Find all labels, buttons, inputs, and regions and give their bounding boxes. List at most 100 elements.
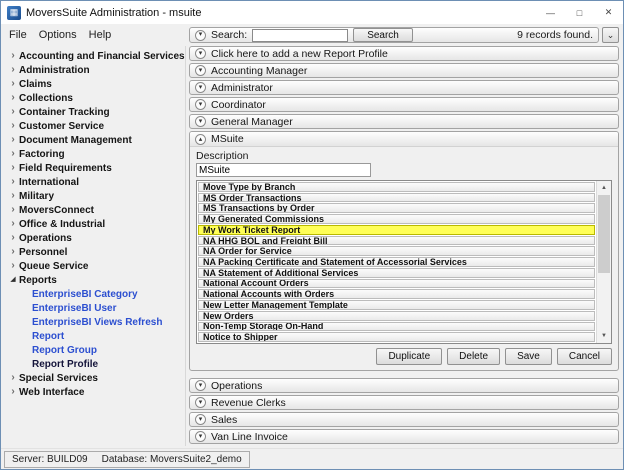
minimize-button[interactable]: — <box>536 1 565 24</box>
duplicate-button[interactable]: Duplicate <box>376 348 442 365</box>
maximize-button[interactable]: □ <box>565 1 594 24</box>
top-strip: FileOptionsHelp Search: Search 9 records… <box>1 24 623 44</box>
status-box: Server: BUILD09 Database: MoversSuite2_d… <box>4 451 250 468</box>
report-list-item[interactable]: NA Statement of Additional Services <box>198 268 595 278</box>
tree-item-label: Military <box>19 191 54 202</box>
profile-bar[interactable]: Revenue Clerks <box>189 395 619 410</box>
menu-item-help[interactable]: Help <box>85 28 120 42</box>
profile-bar[interactable]: Operations <box>189 378 619 393</box>
report-list-item[interactable]: New Orders <box>198 311 595 321</box>
tree-item-label: Personnel <box>19 247 67 258</box>
tree-item[interactable]: ›Personnel <box>7 245 185 259</box>
chevron-down-circle-icon[interactable] <box>195 30 206 41</box>
tree-subitem[interactable]: Report <box>7 329 185 343</box>
tree-item[interactable]: ›Document Management <box>7 133 185 147</box>
report-list-item[interactable]: NA Packing Certificate and Statement of … <box>198 257 595 267</box>
tree-item[interactable]: ›Field Requirements <box>7 161 185 175</box>
tree-item[interactable]: ◢Reports <box>7 273 185 287</box>
tree-subitem[interactable]: EnterpriseBI User <box>7 301 185 315</box>
close-button[interactable]: ✕ <box>594 1 623 24</box>
tree-subitem-label: Report Profile <box>32 359 98 370</box>
tree-item[interactable]: ›Special Services <box>7 371 185 385</box>
tree-item[interactable]: ›Collections <box>7 91 185 105</box>
search-button[interactable]: Search <box>353 28 413 42</box>
msuite-profile-panel: MSuite Description Move Type by BranchMS… <box>189 131 619 371</box>
msuite-panel-body: Description Move Type by BranchMS Order … <box>190 147 618 370</box>
report-list-item[interactable]: Non-Temp Storage On-Hand <box>198 322 595 332</box>
tree-item-label: Special Services <box>19 373 98 384</box>
report-list-item[interactable]: Notice to Shipper <box>198 332 595 342</box>
profile-bars-bottom: Operations Revenue Clerks Sales Van Line In… <box>189 378 619 444</box>
tree-item[interactable]: ›Claims <box>7 77 185 91</box>
profile-bar[interactable]: Sales <box>189 412 619 427</box>
tree-item[interactable]: ›Customer Service <box>7 119 185 133</box>
list-scrollbar[interactable]: ▲ ▼ <box>596 181 611 343</box>
scroll-down-icon[interactable]: ▼ <box>597 329 611 343</box>
profile-bar[interactable]: Administrator <box>189 80 619 95</box>
scrollbar-thumb[interactable] <box>598 195 610 273</box>
profile-bar-label: Operations <box>211 380 262 392</box>
msuite-panel-header[interactable]: MSuite <box>190 132 618 147</box>
report-list-item[interactable]: Move Type by Branch <box>198 182 595 192</box>
profiles-pane: Click here to add a new Report Profile Ac… <box>189 46 619 446</box>
tree-item[interactable]: ›Container Tracking <box>7 105 185 119</box>
app-window: ▦ MoversSuite Administration - msuite — … <box>0 0 624 470</box>
tree-item[interactable]: ›International <box>7 175 185 189</box>
tree-subitem[interactable]: EnterpriseBI Views Refresh <box>7 315 185 329</box>
delete-button[interactable]: Delete <box>447 348 500 365</box>
profile-bar[interactable]: Accounting Manager <box>189 63 619 78</box>
main-area: ›Accounting and Financial Services›Admin… <box>1 44 623 448</box>
status-bar: Server: BUILD09 Database: MoversSuite2_d… <box>1 448 623 469</box>
search-bar: Search: Search 9 records found. <box>189 27 599 43</box>
tree-item-label: Customer Service <box>19 121 104 132</box>
tree-item[interactable]: ›Administration <box>7 63 185 77</box>
report-list-item[interactable]: My Work Ticket Report <box>198 225 595 235</box>
tree-item[interactable]: ›Office & Industrial <box>7 217 185 231</box>
chevron-right-icon: › <box>7 65 19 75</box>
menu-item-file[interactable]: File <box>5 28 35 42</box>
report-list-box: Move Type by BranchMS Order Transactions… <box>196 180 612 344</box>
chevron-down-circle-icon <box>195 397 206 408</box>
search-input[interactable] <box>252 29 348 42</box>
profile-bar-label: Click here to add a new Report Profile <box>211 48 388 60</box>
chevron-up-circle-icon[interactable] <box>195 134 206 145</box>
report-list-item[interactable]: NA Order for Service <box>198 246 595 256</box>
tree-subitem[interactable]: Report Group <box>7 343 185 357</box>
report-list-item[interactable]: National Account Orders <box>198 279 595 289</box>
report-list-item[interactable]: New Letter Management Template <box>198 300 595 310</box>
tree-item-label: Office & Industrial <box>19 219 105 230</box>
records-count: 9 records found. <box>517 29 593 41</box>
cancel-button[interactable]: Cancel <box>557 348 612 365</box>
report-list-item[interactable]: MS Transactions by Order <box>198 203 595 213</box>
chevron-right-icon: › <box>7 177 19 187</box>
profile-bar[interactable]: Coordinator <box>189 97 619 112</box>
scrollbar-track[interactable] <box>597 195 611 329</box>
tree-item[interactable]: ›Operations <box>7 231 185 245</box>
description-input[interactable] <box>196 163 371 177</box>
profile-bar[interactable]: Van Line Invoice <box>189 429 619 444</box>
chevron-right-icon: › <box>7 261 19 271</box>
chevron-right-icon: › <box>7 373 19 383</box>
status-database: Database: MoversSuite2_demo <box>102 454 242 465</box>
report-list-item[interactable]: NA HHG BOL and Freight Bill <box>198 236 595 246</box>
tree-item[interactable]: ›Military <box>7 189 185 203</box>
menu-item-options[interactable]: Options <box>35 28 85 42</box>
tree-subitem[interactable]: Report Profile <box>7 357 185 371</box>
save-button[interactable]: Save <box>505 348 552 365</box>
tree-item[interactable]: ›Accounting and Financial Services <box>7 49 185 63</box>
report-list-item[interactable]: MS Order Transactions <box>198 193 595 203</box>
profile-bar[interactable]: General Manager <box>189 114 619 129</box>
records-dropdown-button[interactable]: ⌄ <box>602 27 619 43</box>
tree-item[interactable]: ›Web Interface <box>7 385 185 399</box>
scroll-up-icon[interactable]: ▲ <box>597 181 611 195</box>
tree-subitem-label: EnterpriseBI Views Refresh <box>32 317 162 328</box>
add-new-profile-bar[interactable]: Click here to add a new Report Profile <box>189 46 619 61</box>
tree-item-label: Field Requirements <box>19 163 112 174</box>
tree-subitem[interactable]: EnterpriseBI Category <box>7 287 185 301</box>
tree-item[interactable]: ›MoversConnect <box>7 203 185 217</box>
tree-item[interactable]: ›Factoring <box>7 147 185 161</box>
tree-item[interactable]: ›Queue Service <box>7 259 185 273</box>
report-list-item[interactable]: National Accounts with Orders <box>198 289 595 299</box>
profile-bars-top: Click here to add a new Report Profile Ac… <box>189 46 619 129</box>
report-list-item[interactable]: My Generated Commissions <box>198 214 595 224</box>
